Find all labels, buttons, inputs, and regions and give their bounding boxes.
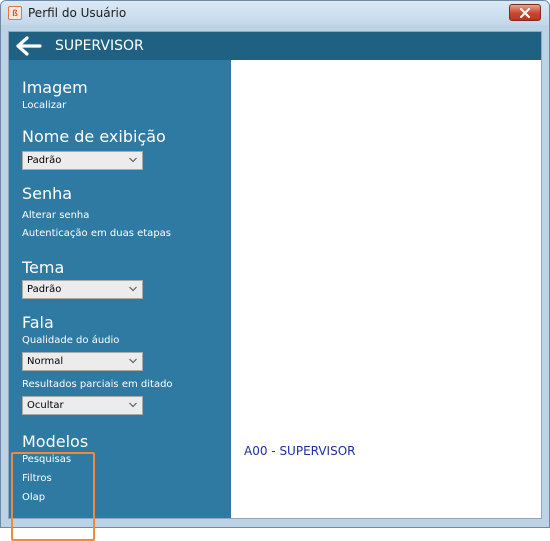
- audio-quality-select[interactable]: Normal: [22, 352, 143, 371]
- title-bar[interactable]: ß Perfil do Usuário: [1, 1, 549, 25]
- partial-results-select[interactable]: Ocultar: [22, 396, 143, 415]
- link-autenticacao[interactable]: Autenticação em duas etapas: [22, 228, 171, 239]
- header-bar: SUPERVISOR: [9, 32, 541, 60]
- section-title-imagem: Imagem: [22, 78, 88, 97]
- back-button[interactable]: [13, 32, 45, 60]
- audio-quality-select-value: Normal: [27, 356, 64, 367]
- partial-results-select-value: Ocultar: [27, 400, 64, 411]
- settings-sidebar: Imagem Localizar Nome de exibição Padrão…: [9, 60, 231, 541]
- theme-select-value: Padrão: [27, 284, 62, 295]
- window-title: Perfil do Usuário: [28, 6, 127, 20]
- link-pesquisas[interactable]: Pesquisas: [22, 454, 71, 465]
- profile-window: ß Perfil do Usuário SUPERVISOR Imagem Lo…: [0, 0, 550, 541]
- section-title-fala: Fala: [22, 313, 54, 332]
- chevron-down-icon: [129, 286, 137, 292]
- theme-select[interactable]: Padrão: [22, 280, 143, 299]
- arrow-left-icon: [16, 36, 42, 56]
- link-alterar-senha[interactable]: Alterar senha: [22, 210, 89, 221]
- close-button[interactable]: [509, 4, 541, 21]
- user-code-label: A00 - SUPERVISOR: [244, 444, 356, 458]
- display-name-select[interactable]: Padrão: [22, 151, 143, 170]
- audio-quality-label: Qualidade do áudio: [22, 335, 120, 346]
- section-title-tema: Tema: [22, 258, 65, 277]
- header-title: SUPERVISOR: [55, 38, 144, 54]
- app-logo-icon: ß: [8, 6, 22, 20]
- section-title-modelos: Modelos: [22, 432, 89, 451]
- partial-results-label: Resultados parciais em ditado: [22, 379, 173, 390]
- chevron-down-icon: [129, 358, 137, 364]
- chevron-down-icon: [129, 402, 137, 408]
- main-panel: A00 - SUPERVISOR: [231, 60, 541, 518]
- chevron-down-icon: [129, 157, 137, 163]
- link-filtros[interactable]: Filtros: [22, 473, 52, 484]
- display-name-select-value: Padrão: [27, 155, 62, 166]
- section-title-senha: Senha: [22, 184, 73, 203]
- section-title-nome-exibicao: Nome de exibição: [22, 127, 166, 146]
- client-area: SUPERVISOR Imagem Localizar Nome de exib…: [8, 31, 542, 541]
- link-olap[interactable]: Olap: [22, 492, 45, 503]
- close-icon: [520, 7, 530, 18]
- link-localizar[interactable]: Localizar: [22, 100, 66, 111]
